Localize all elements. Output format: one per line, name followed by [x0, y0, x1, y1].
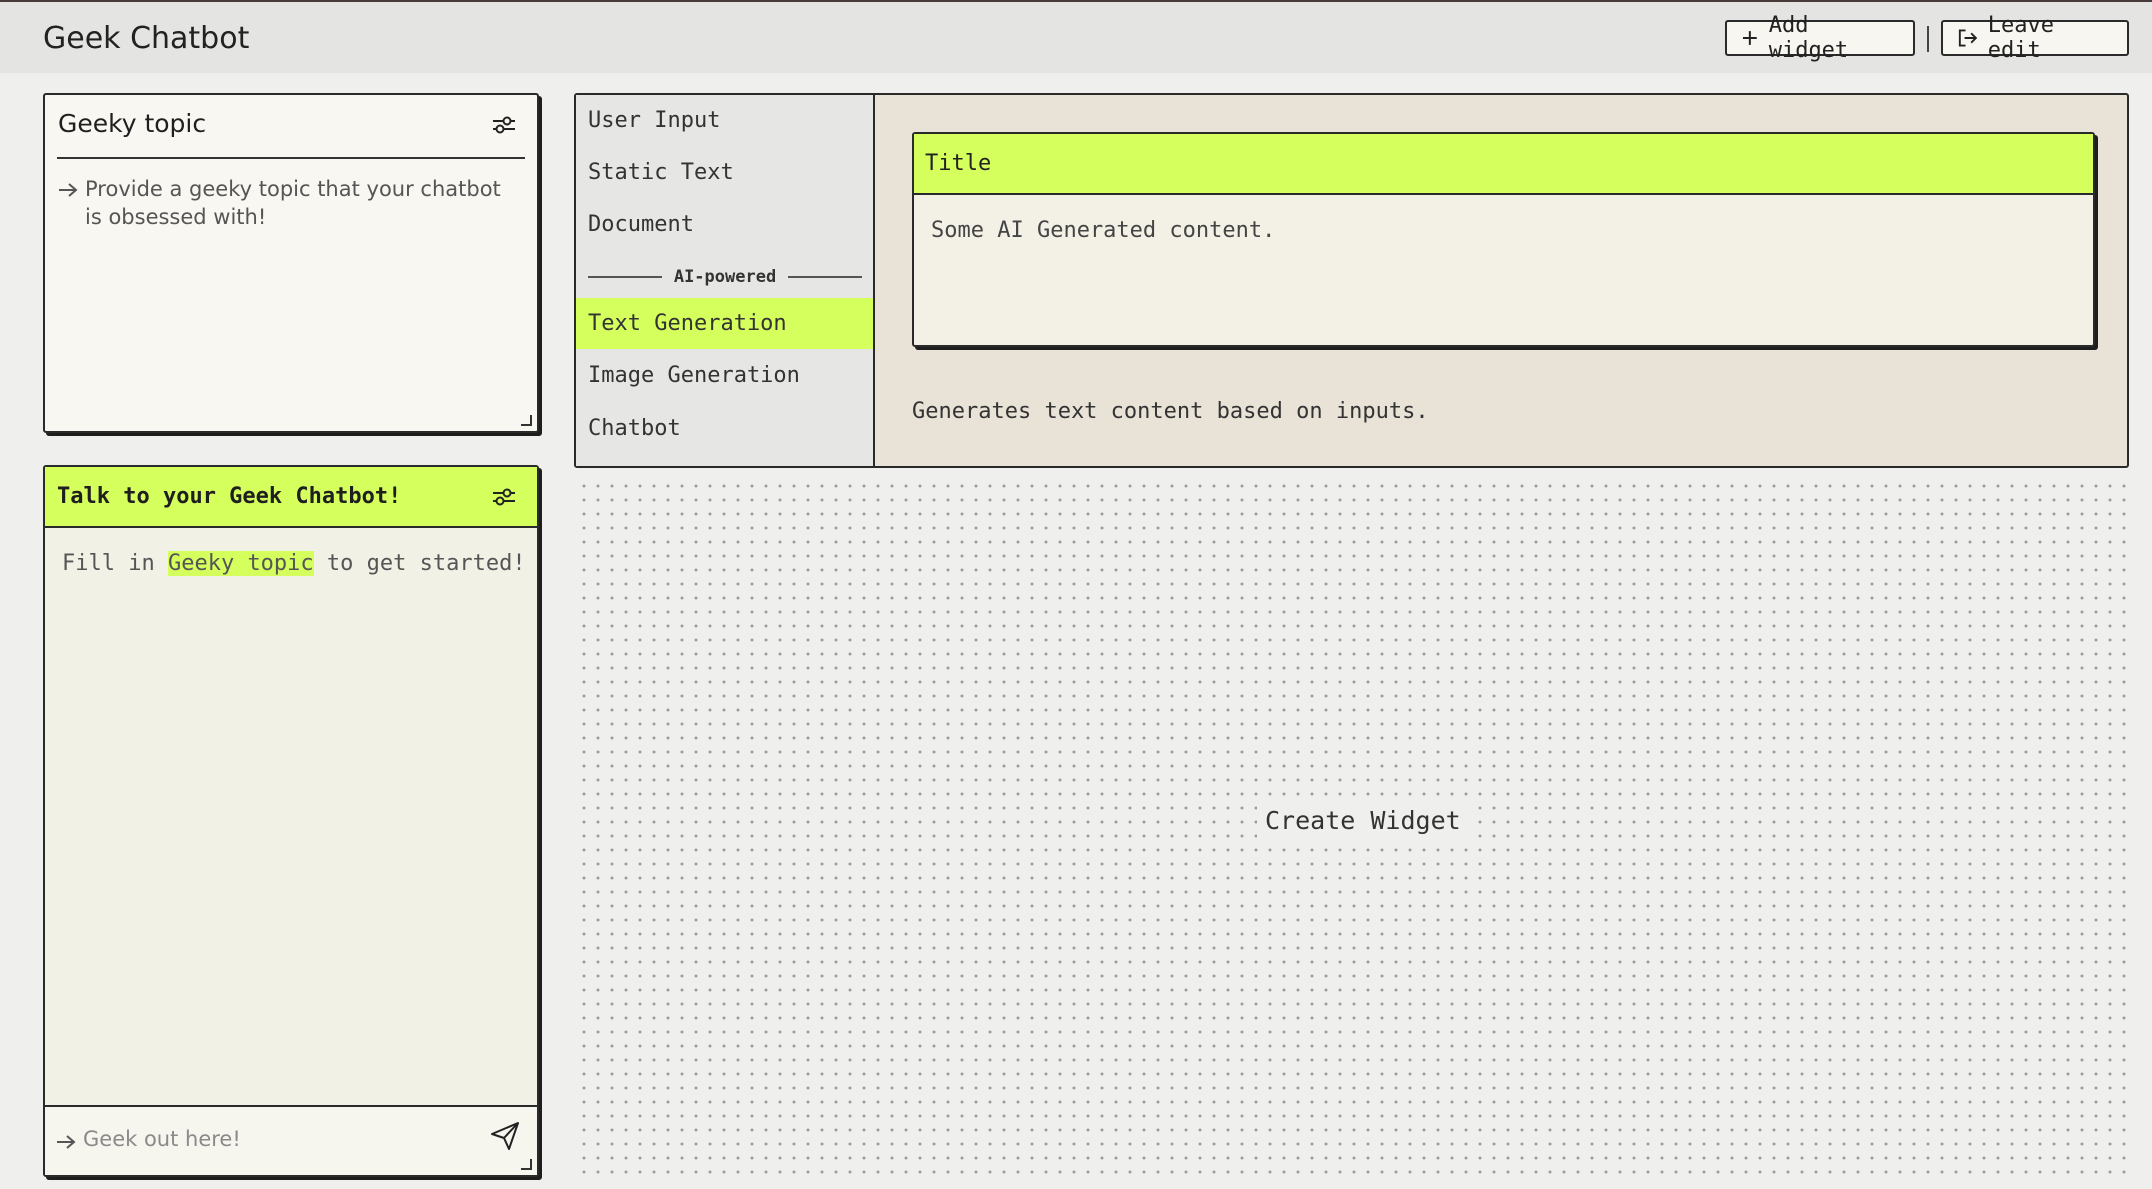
send-icon[interactable] [489, 1121, 521, 1151]
chatbot-empty-message: Fill in Geeky topic to get started! [62, 551, 526, 576]
ai-powered-label: AI-powered [673, 267, 777, 287]
message-suffix: to get started! [326, 551, 526, 576]
ai-powered-divider: AI-powered [588, 265, 863, 289]
arrow-right-icon [59, 183, 78, 197]
chatbot-header: Talk to your Geek Chatbot! [45, 467, 537, 528]
app-title: Geek Chatbot [43, 21, 250, 56]
widget-picker: User Input Static Text Document AI-power… [574, 93, 2129, 468]
preview-content: Some AI Generated content. [931, 218, 1276, 243]
preview-header: Title [914, 134, 2093, 195]
widget-option-text-generation[interactable]: Text Generation [576, 298, 873, 349]
settings-sliders-icon[interactable] [491, 113, 517, 137]
widget-option-document[interactable]: Document [576, 199, 873, 250]
widget-preview-card: Title Some AI Generated content. [912, 132, 2095, 347]
plus-icon [1742, 31, 1757, 45]
add-widget-label: Add widget [1768, 13, 1849, 63]
topic-description: Provide a geeky topic that your chatbot … [85, 177, 501, 229]
header-separator [1927, 26, 1929, 52]
title-divider [57, 157, 525, 159]
leave-edit-button[interactable]: Leave edit [1941, 13, 2129, 63]
preview-title: Title [925, 151, 992, 176]
app-header: Geek Chatbot Add widget Leave edit [0, 2, 2152, 73]
chatbot-title: Talk to your Geek Chatbot! [57, 484, 402, 509]
widget-option-image-generation[interactable]: Image Generation [576, 350, 873, 401]
resize-handle[interactable] [521, 415, 532, 426]
widget-option-user-input[interactable]: User Input [576, 95, 873, 146]
widget-type-list: User Input Static Text Document AI-power… [576, 95, 875, 466]
chat-message-input[interactable] [81, 1121, 485, 1157]
widget-option-chatbot[interactable]: Chatbot [576, 403, 873, 454]
chat-input-bar [45, 1105, 537, 1175]
arrow-right-icon [57, 1135, 76, 1149]
widget-title: Geeky topic [58, 109, 207, 138]
geeky-topic-link[interactable]: Geeky topic [167, 551, 314, 576]
message-prefix: Fill in [62, 551, 155, 576]
settings-sliders-icon[interactable] [491, 485, 517, 509]
leave-edit-label: Leave edit [1987, 13, 2055, 63]
chatbot-widget: Talk to your Geek Chatbot! Fill in Geeky… [43, 465, 539, 1177]
resize-handle[interactable] [521, 1159, 532, 1170]
widget-canvas[interactable]: Create Widget [574, 476, 2129, 1181]
create-widget-button[interactable]: Create Widget [1257, 802, 1469, 839]
widget-description: Generates text content based on inputs. [912, 399, 1429, 424]
widget-option-static-text[interactable]: Static Text [576, 147, 873, 198]
geeky-topic-widget: Geeky topic Provide a geeky topic that y… [43, 93, 539, 433]
exit-icon [1958, 29, 1978, 47]
add-widget-button[interactable]: Add widget [1725, 13, 1915, 63]
